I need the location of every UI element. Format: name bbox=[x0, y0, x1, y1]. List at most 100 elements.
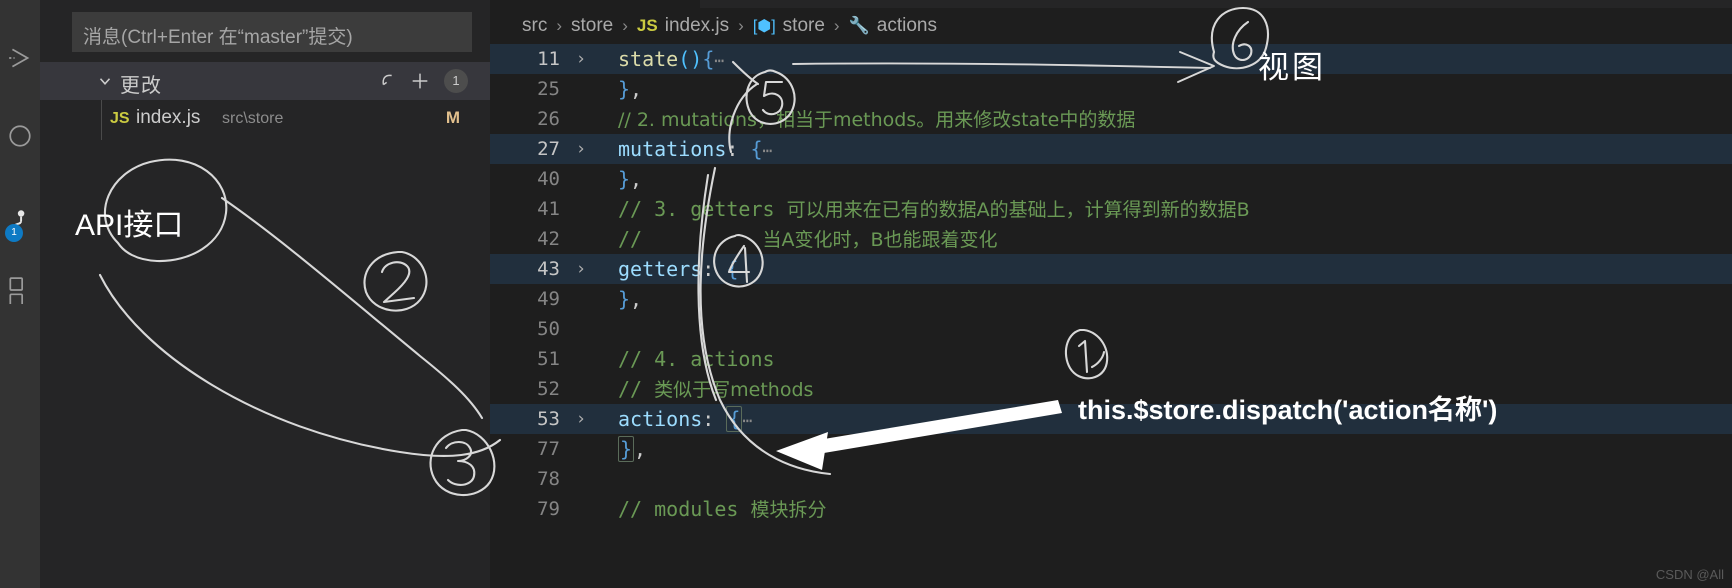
code-token: { bbox=[726, 406, 743, 432]
breadcrumb-item-label: actions bbox=[876, 15, 937, 36]
commit-message-input[interactable]: 消息(Ctrl+Enter 在“master”提交) bbox=[72, 12, 472, 52]
breadcrumb-item-store[interactable]: store bbox=[571, 15, 613, 37]
stage-all-changes-button[interactable] bbox=[408, 70, 432, 92]
code-line[interactable]: 50 bbox=[490, 314, 1732, 344]
code-line[interactable]: 40}, bbox=[490, 164, 1732, 194]
code-token: () bbox=[678, 47, 703, 71]
breadcrumb-separator-icon: › bbox=[622, 16, 628, 35]
code-token: 模块拆分 bbox=[750, 499, 827, 521]
code-token: : bbox=[702, 257, 727, 281]
code-line[interactable]: 11 › state(){⋯ bbox=[490, 44, 1732, 74]
code-line-text: // 当A变化时，B也能跟着变化 bbox=[618, 224, 998, 254]
code-line[interactable]: 77}, bbox=[490, 434, 1732, 464]
line-number: 40 bbox=[537, 168, 560, 190]
watermark: CSDN @All bbox=[1655, 567, 1724, 582]
code-token: , bbox=[630, 77, 643, 101]
changes-count-badge: 1 bbox=[444, 69, 468, 93]
code-token: ⋯ bbox=[762, 141, 773, 160]
line-number: 41 bbox=[537, 198, 560, 220]
code-token: // bbox=[618, 377, 655, 401]
code-token: } bbox=[618, 167, 631, 191]
sidebar-item-extensions[interactable] bbox=[0, 266, 40, 314]
code-line-text: state(){⋯ bbox=[618, 44, 724, 74]
code-line[interactable]: 26 // 2. mutations，相当于methods。用来修改state中的… bbox=[490, 104, 1732, 134]
code-line-text: // 类似于写methods bbox=[618, 374, 813, 404]
line-number: 52 bbox=[537, 378, 560, 400]
code-line-text: }, bbox=[618, 434, 646, 464]
changed-file-row[interactable]: JS index.js src\store M bbox=[40, 104, 490, 136]
code-token: { bbox=[750, 137, 763, 161]
breadcrumb-item-src[interactable]: src bbox=[522, 15, 547, 37]
code-token: { bbox=[726, 257, 739, 281]
line-number: 53 bbox=[537, 408, 560, 430]
code-line-text: // modules 模块拆分 bbox=[618, 494, 826, 524]
code-token: , bbox=[630, 167, 643, 191]
code-editor[interactable]: 11 › state(){⋯ 25}, 26// 2. mutations，相当于met… bbox=[490, 44, 1732, 588]
discard-all-changes-button[interactable] bbox=[376, 70, 400, 92]
code-token: : bbox=[702, 407, 727, 431]
fold-chevron-icon[interactable]: › bbox=[572, 134, 590, 164]
code-token: // 2. mutations，相当于methods。用来修改state中的数据 bbox=[618, 109, 1136, 131]
code-token: // bbox=[618, 227, 763, 251]
tab-index-js[interactable] bbox=[490, 0, 700, 8]
breadcrumb-item-label: store bbox=[782, 15, 825, 36]
source-control-panel: 消息(Ctrl+Enter 在“master”提交) 更改 1 JS index… bbox=[40, 0, 490, 588]
breadcrumb-item-label: index.js bbox=[664, 15, 730, 36]
line-number: 79 bbox=[537, 498, 560, 520]
code-line-text: // 2. mutations，相当于methods。用来修改state中的数据 bbox=[618, 104, 1135, 134]
code-line-text: // 4. actions bbox=[618, 344, 775, 374]
code-line[interactable]: 51 // 4. actions bbox=[490, 344, 1732, 374]
code-token: : bbox=[726, 137, 751, 161]
changed-file-name: index.js bbox=[136, 107, 201, 128]
code-token: } bbox=[618, 287, 631, 311]
code-line[interactable]: 43 › getters: { bbox=[490, 254, 1732, 284]
changes-section-header[interactable]: 更改 1 bbox=[40, 62, 490, 100]
code-line[interactable]: 53 › actions: {⋯ bbox=[490, 404, 1732, 434]
code-line[interactable]: 52 // 类似于写methods bbox=[490, 374, 1732, 404]
code-line[interactable]: 79 // modules 模块拆分 bbox=[490, 494, 1732, 524]
changed-file-status: M bbox=[445, 108, 460, 127]
code-line[interactable]: 49}, bbox=[490, 284, 1732, 314]
fold-chevron-icon[interactable]: › bbox=[572, 254, 590, 284]
line-number: 49 bbox=[537, 288, 560, 310]
line-number: 77 bbox=[537, 438, 560, 460]
plus-icon bbox=[412, 73, 428, 89]
debug-console-icon[interactable] bbox=[0, 112, 40, 160]
breadcrumb-item-actions[interactable]: 🔧 actions bbox=[849, 15, 937, 37]
code-line-text: actions: {⋯ bbox=[618, 404, 752, 434]
activity-bar: 1 bbox=[0, 0, 40, 588]
code-line-text: // 3. getters 可以用来在已有的数据A的基础上，计算得到新的数据B bbox=[618, 194, 1250, 224]
line-number: 42 bbox=[537, 228, 560, 250]
breadcrumb-item-label: store bbox=[571, 15, 614, 36]
run-and-debug-icon[interactable] bbox=[0, 34, 40, 82]
breadcrumb-item-store[interactable]: [⬢] store bbox=[753, 15, 825, 37]
line-number: 27 bbox=[537, 138, 560, 160]
code-line-text: mutations: {⋯ bbox=[618, 134, 772, 164]
fold-chevron-icon[interactable]: › bbox=[572, 404, 590, 434]
fold-chevron-icon[interactable]: › bbox=[572, 44, 590, 74]
symbol-method-icon: 🔧 bbox=[848, 16, 870, 35]
code-token: 可以用来在已有的数据A的基础上，计算得到新的数据B bbox=[786, 199, 1250, 221]
code-token: 类似于写methods bbox=[654, 379, 814, 401]
line-number: 26 bbox=[537, 108, 560, 130]
code-line[interactable]: 42 // 当A变化时，B也能跟着变化 bbox=[490, 224, 1732, 254]
code-token: , bbox=[634, 437, 647, 461]
code-line[interactable]: 25}, bbox=[490, 74, 1732, 104]
js-file-icon: JS bbox=[110, 110, 130, 127]
code-line[interactable]: 78 bbox=[490, 464, 1732, 494]
editor-area: src › store › JS index.js › [⬢] store › 🔧 actions 1… bbox=[490, 0, 1732, 588]
chevron-down-icon[interactable] bbox=[96, 72, 114, 95]
code-line-text: getters: { bbox=[618, 254, 738, 284]
code-line-text: }, bbox=[618, 74, 642, 104]
code-line[interactable]: 41 // 3. getters 可以用来在已有的数据A的基础上，计算得到新的数据… bbox=[490, 194, 1732, 224]
line-number: 43 bbox=[537, 258, 560, 280]
code-line[interactable]: 27 › mutations: {⋯ bbox=[490, 134, 1732, 164]
symbol-object-icon: [⬢] bbox=[752, 18, 776, 35]
code-token: { bbox=[702, 47, 715, 71]
code-token: } bbox=[618, 77, 631, 101]
js-file-icon: JS bbox=[636, 16, 658, 35]
code-token: actions bbox=[618, 407, 703, 431]
breadcrumb-item-index-js[interactable]: JS index.js bbox=[637, 15, 729, 37]
breadcrumb-separator-icon: › bbox=[556, 16, 562, 35]
commit-message-placeholder: 消息(Ctrl+Enter 在“master”提交) bbox=[83, 27, 353, 48]
